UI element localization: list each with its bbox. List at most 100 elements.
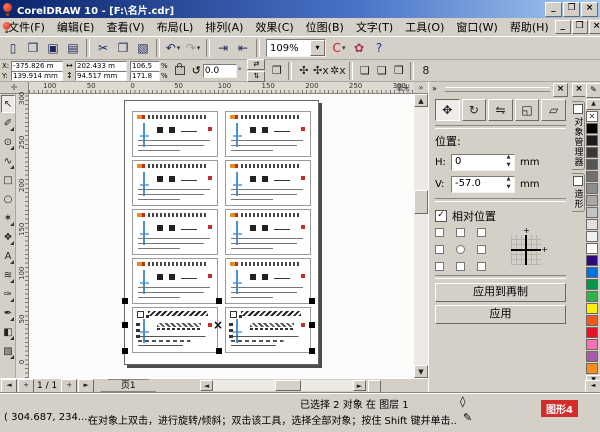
transform-position-button[interactable]: ✥: [435, 99, 460, 121]
ungroup-all-button[interactable]: ✲x: [329, 62, 346, 79]
color-swatch[interactable]: [586, 351, 598, 362]
h-position-value[interactable]: 0: [452, 155, 502, 170]
scale-x-field[interactable]: 106.5: [130, 61, 160, 71]
business-card[interactable]: [132, 258, 218, 304]
copy-button[interactable]: ❐: [113, 39, 133, 58]
business-card[interactable]: [225, 111, 311, 157]
freehand-tool[interactable]: ∿: [1, 152, 15, 170]
menu-bitmaps[interactable]: 位图(B): [300, 18, 350, 36]
menu-tools[interactable]: 工具(O): [399, 18, 450, 36]
selection-handle[interactable]: [309, 322, 315, 328]
page-sheet[interactable]: ×: [124, 100, 319, 365]
y-position-field[interactable]: 139.914 mm: [11, 71, 63, 81]
undo-button[interactable]: ↶▾: [163, 39, 183, 58]
no-color-swatch[interactable]: ✕: [586, 111, 598, 122]
horizontal-scrollbar-thumb[interactable]: [275, 380, 301, 391]
color-swatch[interactable]: [586, 267, 598, 278]
color-swatch[interactable]: [586, 291, 598, 302]
color-swatch[interactable]: [586, 303, 598, 314]
open-button[interactable]: ❒: [23, 39, 43, 58]
to-back-button[interactable]: ❑: [373, 62, 390, 79]
h-position-field[interactable]: 0▲▼: [451, 154, 515, 171]
scroll-left-icon[interactable]: ◄: [200, 380, 213, 391]
menu-text[interactable]: 文字(T): [350, 18, 399, 36]
basic-shapes-tool[interactable]: ❖: [1, 228, 15, 246]
shape-tool[interactable]: ✐: [1, 114, 15, 132]
restore-button[interactable]: ❐: [563, 2, 580, 17]
docker-close-button[interactable]: ×: [553, 83, 568, 97]
horizontal-ruler[interactable]: 毫米10050050100150200250300: [29, 82, 414, 94]
cut-button[interactable]: ✂: [93, 39, 113, 58]
menu-arrange[interactable]: 排列(A): [199, 18, 249, 36]
selection-handle[interactable]: [122, 348, 128, 354]
transform-size-button[interactable]: ◱: [515, 99, 540, 121]
height-field[interactable]: 94.517 mm: [75, 71, 127, 81]
spin-down-icon[interactable]: ▼: [503, 163, 514, 170]
close-button[interactable]: ×: [581, 2, 598, 17]
color-swatch[interactable]: [586, 315, 598, 326]
selection-handle[interactable]: [309, 348, 315, 354]
ellipse-tool[interactable]: ○: [1, 190, 15, 208]
drawing-canvas[interactable]: ×: [29, 94, 414, 378]
zoom-tool[interactable]: ⊙: [1, 133, 15, 151]
outline-tool[interactable]: ✒: [1, 304, 15, 322]
selection-handle[interactable]: [122, 322, 128, 328]
anchor-point-2[interactable]: [477, 228, 486, 237]
color-swatch[interactable]: [586, 327, 598, 338]
spin-down-icon[interactable]: ▼: [503, 185, 514, 192]
selection-handle[interactable]: [309, 298, 315, 304]
scroll-down-icon[interactable]: ▼: [414, 365, 428, 378]
horizontal-scrollbar[interactable]: ◄ ►: [200, 380, 366, 391]
business-card[interactable]: [225, 160, 311, 206]
v-position-field[interactable]: -57.0▲▼: [451, 176, 515, 193]
business-card[interactable]: [225, 209, 311, 255]
rotation-angle-field[interactable]: 0.0: [203, 64, 237, 78]
selection-handle[interactable]: [216, 298, 222, 304]
first-page-button[interactable]: ◄: [1, 379, 17, 393]
spin-up-icon[interactable]: ▲: [503, 155, 514, 162]
docker-expand-icon[interactable]: »: [432, 84, 437, 94]
color-swatch[interactable]: [586, 279, 598, 290]
transform-skew-button[interactable]: ▱: [541, 99, 566, 121]
combo-dropdown-icon[interactable]: ▾: [310, 40, 325, 56]
toolbar-expand-icon[interactable]: »: [414, 82, 428, 94]
export-button[interactable]: ⇤: [233, 39, 253, 58]
import-button[interactable]: ⇥: [213, 39, 233, 58]
group-button[interactable]: ✣: [295, 62, 312, 79]
to-front-button[interactable]: ❏: [356, 62, 373, 79]
color-swatch[interactable]: [586, 207, 598, 218]
width-field[interactable]: 202.433 m: [75, 61, 127, 71]
anchor-point-7[interactable]: [456, 262, 465, 271]
page-tab[interactable]: 页1: [100, 379, 156, 392]
interactive-blend-tool[interactable]: ≋: [1, 266, 15, 284]
vertical-scrollbar-thumb[interactable]: [414, 190, 428, 214]
dropdown-arrow-icon[interactable]: ▾: [197, 44, 201, 52]
anchor-point-3[interactable]: [435, 245, 444, 254]
anchor-point-1[interactable]: [456, 228, 465, 237]
palette-scroll-up-icon[interactable]: ▲: [586, 99, 600, 110]
color-swatch[interactable]: [586, 231, 598, 242]
menu-view[interactable]: 查看(V): [100, 18, 150, 36]
nonproportional-lock-icon[interactable]: [175, 66, 185, 75]
menu-edit[interactable]: 编辑(E): [51, 18, 101, 36]
last-page-button[interactable]: ►: [78, 379, 94, 393]
color-swatch[interactable]: [586, 135, 598, 146]
paste-button[interactable]: ▧: [133, 39, 153, 58]
convert-to-curves-button[interactable]: ❒: [390, 62, 407, 79]
rectangle-tool[interactable]: □: [1, 171, 15, 189]
anchor-point-8[interactable]: [477, 262, 486, 271]
docker-tab-object-manager[interactable]: 对象管理器: [572, 101, 585, 170]
color-swatch[interactable]: [586, 123, 598, 134]
vertical-scrollbar[interactable]: ▲ ▼: [414, 94, 428, 378]
color-swatch[interactable]: [586, 255, 598, 266]
business-card[interactable]: [225, 258, 311, 304]
dropdown-arrow-icon[interactable]: ▾: [177, 44, 181, 52]
mirror-vertical-button[interactable]: ⇅: [247, 71, 265, 82]
scroll-right-icon[interactable]: ►: [353, 380, 366, 391]
apply-button[interactable]: 应用: [435, 305, 566, 324]
anchor-point-6[interactable]: [435, 262, 444, 271]
menu-layout[interactable]: 布局(L): [151, 18, 200, 36]
color-swatch[interactable]: [586, 243, 598, 254]
minimize-button[interactable]: _: [545, 2, 562, 17]
palette-options-button[interactable]: ✎: [586, 83, 600, 98]
